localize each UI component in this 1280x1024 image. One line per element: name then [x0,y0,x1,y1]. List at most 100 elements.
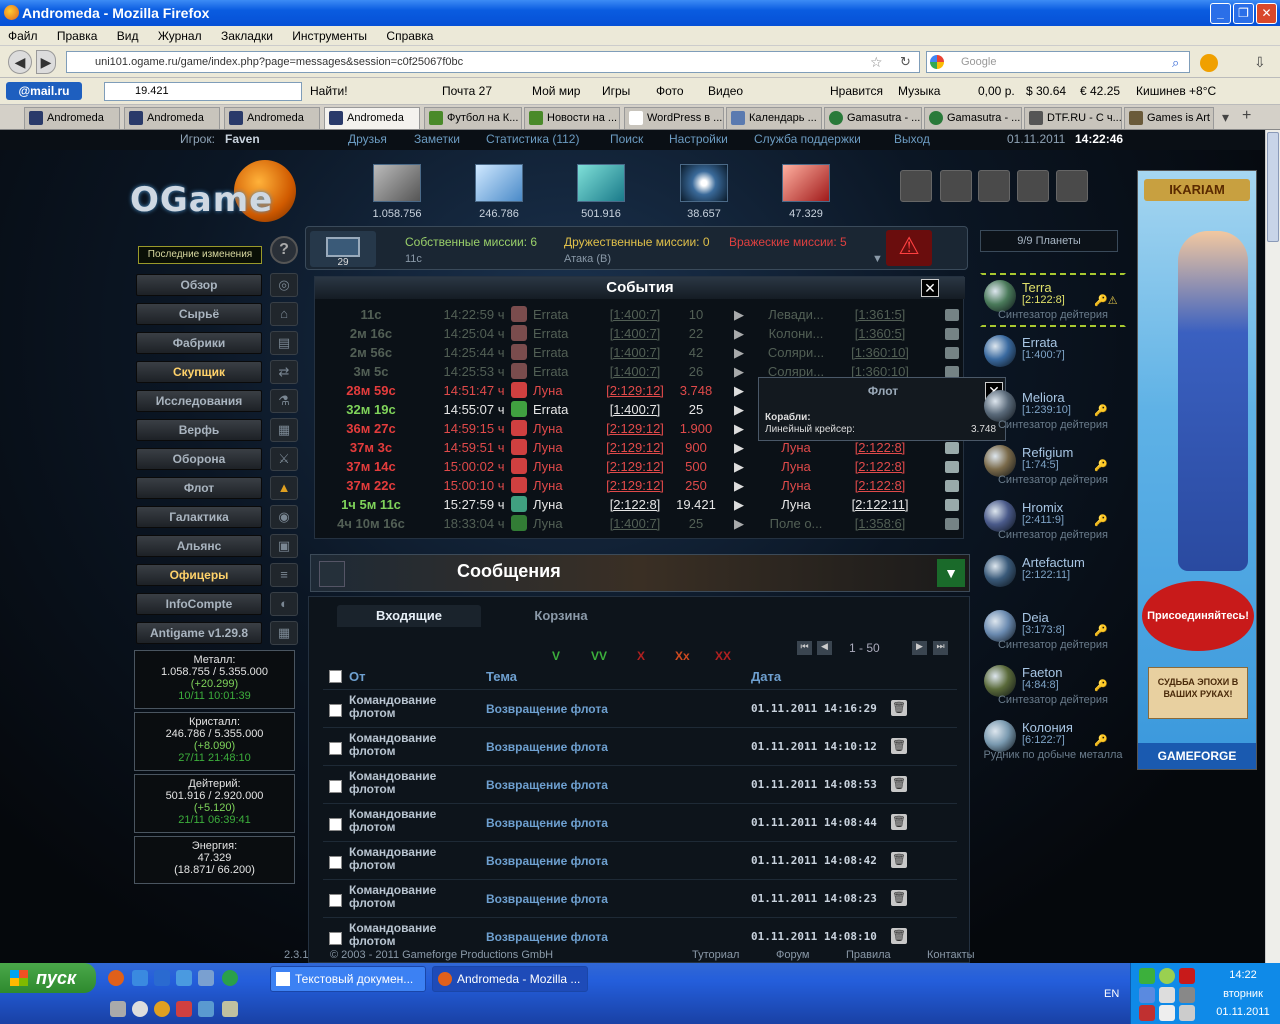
mailru-like-link[interactable]: Нравится [830,78,883,104]
planet-0[interactable]: Terra [2:122:8] Синтезатор дейтерия 🔑⚠ [984,280,1134,334]
new-tab-button[interactable]: + [1242,107,1251,125]
alert-warning-icon[interactable]: ⚠ [886,230,932,266]
fleet-arrow-icon[interactable]: ▶ [731,514,747,533]
planet-2[interactable]: Meliora [1:239:10] Синтезатор дейтерия 🔑 [984,390,1134,444]
download-icon[interactable]: ⇩ [1254,54,1266,71]
planet-status-icon[interactable]: 🔑 [1094,679,1108,692]
message-subject[interactable]: Возвращение флота [486,778,608,792]
delete-trash-icon[interactable]: 🗑 [891,852,907,868]
messages-envelope-button[interactable]: 29 [310,231,376,268]
message-checkbox[interactable] [329,932,342,945]
menu-view[interactable]: Вид [117,29,139,43]
link-search[interactable]: Поиск [610,130,643,148]
menu-edit[interactable]: Правка [57,29,98,43]
event-dest-coords[interactable]: [2:122:11] [845,495,915,514]
delete-trash-icon[interactable]: 🗑 [891,738,907,754]
menu-4[interactable]: Исследования [136,390,262,412]
tab-inbox[interactable]: Входящие [337,605,481,627]
message-row[interactable]: Командование флотом Возвращение флота 01.1… [323,727,957,765]
mailru-mail-link[interactable]: Почта 27 [442,78,492,104]
mission-type-icon[interactable] [511,344,527,360]
tray-misc-icon[interactable] [1179,1005,1195,1021]
menu-bookmarks[interactable]: Закладки [221,29,273,43]
message-checkbox[interactable] [329,856,342,869]
message-subject[interactable]: Возвращение флота [486,854,608,868]
message-subject[interactable]: Возвращение флота [486,816,608,830]
officer-technocrat-icon[interactable] [1056,170,1088,202]
mission-type-icon[interactable] [511,458,527,474]
select-all-checkbox[interactable] [329,670,342,683]
first-page-icon[interactable]: ⏮ [797,641,812,655]
footer-contacts[interactable]: Контакты [927,948,975,963]
chevron-down-icon[interactable]: ▼ [872,253,883,265]
maximize-button[interactable]: ❐ [1233,3,1254,24]
planet-status-icon[interactable]: 🔑 [1094,404,1108,417]
page-scrollbar[interactable] [1265,130,1280,963]
planet-image[interactable] [984,665,1016,697]
minimize-button[interactable]: _ [1210,3,1231,24]
planet-image[interactable] [984,720,1016,752]
message-row[interactable]: Командование флотом Возвращение флота 01.1… [323,689,957,727]
menu-shortcut-icon-1[interactable]: ⌂ [270,302,298,326]
url-input[interactable]: uni101.ogame.ru/game/index.php?page=mess… [66,51,920,73]
planet-6[interactable]: Deia [3:173:8] Синтезатор дейтерия 🔑 [984,610,1134,664]
message-checkbox[interactable] [329,818,342,831]
officer-commander-icon[interactable] [900,170,932,202]
planet-image[interactable] [984,335,1016,367]
planet-image[interactable] [984,555,1016,587]
event-dest-coords[interactable]: [2:122:8] [845,476,915,495]
send-message-icon[interactable] [945,309,959,321]
quicklaunch-other-icon[interactable] [222,1001,238,1017]
menu-10[interactable]: Офицеры [136,564,262,586]
event-origin-coords[interactable]: [1:400:7] [595,324,675,343]
friendly-missions[interactable]: Дружественные миссии: 0 [564,235,710,249]
tray-volume-icon[interactable] [1159,1005,1175,1021]
event-row[interactable]: 2м 56с 14:25:44 ч Errata [1:400:7] 42 Соляри.… [315,343,965,362]
menu-8[interactable]: Галактика [136,506,262,528]
planet-status-icon[interactable]: 🔑⚠ [1094,294,1118,307]
send-message-icon[interactable] [945,480,959,492]
menu-shortcut-icon-3[interactable]: ⇄ [270,360,298,384]
tab-wordpress[interactable]: WordPress в ... [624,107,724,129]
send-message-icon[interactable] [945,347,959,359]
column-subject[interactable]: Тема [486,669,517,684]
quicklaunch-chrome-icon[interactable] [154,1001,170,1017]
event-origin-coords[interactable]: [1:400:7] [595,400,675,419]
event-dest-coords[interactable]: [1:358:6] [845,514,915,533]
planet-5[interactable]: Artefactum [2:122:11] [984,555,1134,609]
message-row[interactable]: Командование флотом Возвращение флота 01.1… [323,765,957,803]
officer-admiral-icon[interactable] [940,170,972,202]
mission-type-icon[interactable] [511,401,527,417]
menu-0[interactable]: Обзор [136,274,262,296]
menu-help[interactable]: Справка [386,29,433,43]
quicklaunch-paint-icon[interactable] [176,1001,192,1017]
fleet-arrow-icon[interactable]: ▶ [731,457,747,476]
fleet-arrow-icon[interactable]: ▶ [731,381,747,400]
filter-read[interactable]: V [552,649,560,663]
mailru-search-input[interactable]: 19.421 [104,82,302,101]
quicklaunch-media-icon[interactable] [132,1001,148,1017]
link-statistics[interactable]: Статистика (112) [486,130,579,148]
quicklaunch-explorer-icon[interactable] [176,970,192,986]
tray-antivirus-icon[interactable] [1139,1005,1155,1021]
addon-face-icon[interactable] [1200,54,1218,72]
tab-trash[interactable]: Корзина [489,605,633,627]
fleet-arrow-icon[interactable]: ▶ [731,305,747,324]
fleet-arrow-icon[interactable]: ▶ [731,343,747,362]
forward-button[interactable]: ▶ [36,50,56,74]
tab-football[interactable]: Футбол на К... [424,107,522,129]
message-subject[interactable]: Возвращение флота [486,930,608,944]
menu-1[interactable]: Сырьё [136,303,262,325]
mission-type-icon[interactable] [511,496,527,512]
footer-tutorial[interactable]: Туториал [692,948,739,963]
reload-icon[interactable]: ↻ [900,54,911,70]
quicklaunch-mail-icon[interactable] [198,970,214,986]
message-subject[interactable]: Возвращение флота [486,740,608,754]
ogame-logo[interactable]: OGame [130,180,273,220]
tab-andromeda-3[interactable]: Andromeda [224,107,320,129]
planet-image[interactable] [984,500,1016,532]
tab-dtf[interactable]: DTF.RU - С ч... [1024,107,1122,129]
search-icon[interactable]: ⌕ [1172,55,1179,71]
mailru-photo-link[interactable]: Фото [656,78,684,104]
last-page-icon[interactable]: ⏭ [933,641,948,655]
